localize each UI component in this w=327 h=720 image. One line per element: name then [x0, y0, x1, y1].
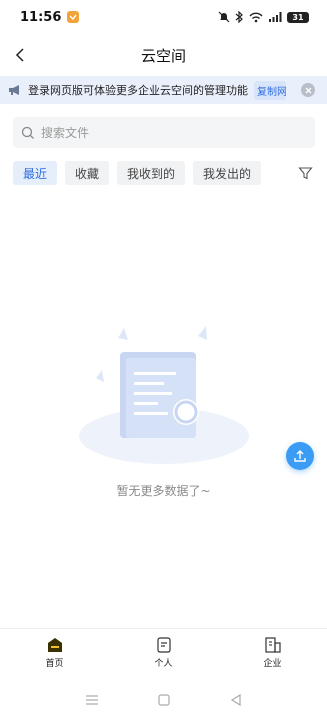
megaphone-icon	[8, 81, 22, 100]
title-bar: 云空间	[0, 34, 327, 76]
nav-enterprise[interactable]: 企业	[233, 636, 313, 669]
filter-sent[interactable]: 我发出的	[193, 161, 262, 185]
banner-text: 登录网页版可体验更多企业云空间的管理功能	[28, 84, 248, 97]
enterprise-building-icon	[264, 636, 281, 653]
back-button[interactable]	[8, 43, 32, 67]
search-box[interactable]	[13, 117, 315, 148]
filter-funnel-icon	[297, 166, 313, 179]
close-icon[interactable]	[301, 83, 315, 97]
wifi-icon	[249, 12, 263, 23]
app-notification-icon	[67, 11, 80, 23]
copy-link-button[interactable]: 复制网	[254, 80, 286, 100]
filter-favorites[interactable]: 收藏	[65, 161, 110, 185]
status-bar: 11:56 31	[0, 0, 327, 34]
nav-home[interactable]: 首页	[15, 637, 95, 669]
filter-recent[interactable]: 最近	[13, 161, 58, 185]
empty-state: 暂无更多数据了~	[0, 320, 327, 500]
personal-doc-icon	[156, 636, 171, 653]
nav-personal-label: 个人	[154, 658, 173, 669]
nav-home-label: 首页	[45, 658, 64, 669]
page-title: 云空间	[140, 46, 186, 65]
menu-icon[interactable]	[85, 691, 99, 710]
upload-icon	[294, 450, 306, 462]
status-time: 11:56	[20, 9, 62, 25]
home-square-icon[interactable]	[158, 691, 171, 710]
filter-button[interactable]	[293, 161, 317, 185]
filter-received[interactable]: 我收到的	[117, 161, 186, 185]
empty-state-text: 暂无更多数据了~	[116, 484, 211, 498]
bottom-nav: 首页 个人 企业	[0, 628, 327, 676]
search-input[interactable]	[41, 125, 281, 140]
silent-bell-icon	[218, 11, 230, 23]
empty-document-illustration	[79, 326, 249, 464]
battery-icon: 31	[287, 11, 309, 23]
home-icon	[47, 637, 62, 652]
nav-enterprise-label: 企业	[263, 658, 282, 669]
system-nav-bar	[0, 688, 327, 712]
filter-tabs: 最近 收藏 我收到的 我发出的	[13, 161, 327, 185]
nav-personal[interactable]: 个人	[124, 636, 204, 669]
bluetooth-icon	[235, 11, 244, 23]
search-icon	[21, 126, 34, 139]
upload-button[interactable]	[286, 442, 314, 470]
back-triangle-icon[interactable]	[230, 691, 242, 710]
chevron-left-icon	[15, 48, 24, 62]
web-version-banner: 登录网页版可体验更多企业云空间的管理功能 复制网	[0, 76, 327, 104]
signal-5g-icon	[268, 11, 282, 23]
